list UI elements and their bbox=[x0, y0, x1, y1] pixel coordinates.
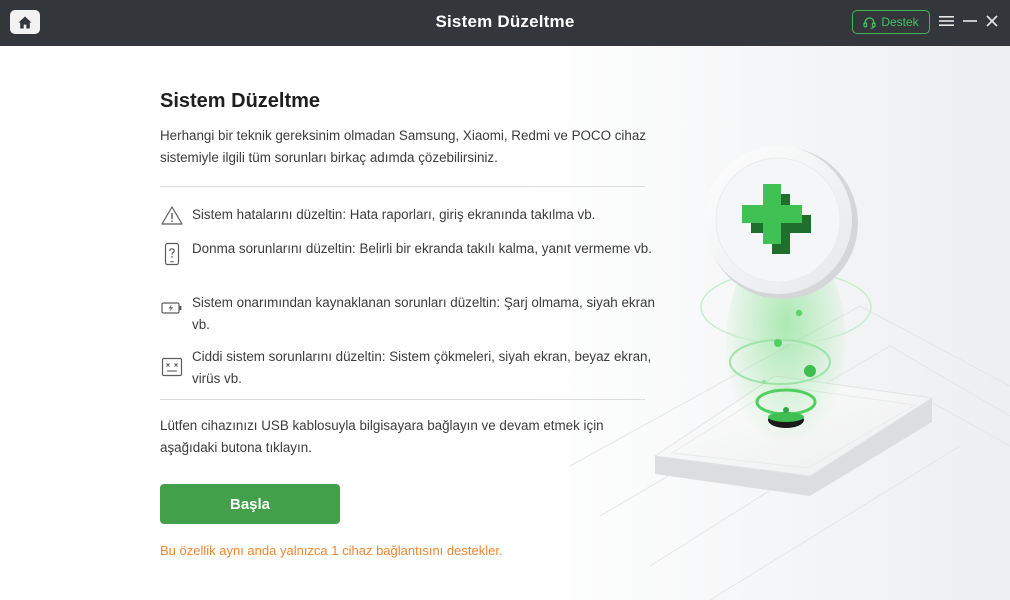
particle bbox=[762, 380, 766, 384]
repair-disc-icon bbox=[704, 146, 858, 299]
device-limit-note: Bu özellik aynı anda yalnızca 1 cihaz ba… bbox=[160, 543, 503, 558]
hamburger-menu-icon bbox=[938, 16, 954, 26]
support-button[interactable]: Destek bbox=[852, 10, 930, 34]
title-bar: Sistem Düzeltme Destek bbox=[0, 0, 1010, 46]
page-title: Sistem Düzeltme bbox=[160, 90, 321, 112]
charging-battery-icon bbox=[161, 302, 182, 314]
portal-glow bbox=[768, 412, 804, 422]
crashed-screen-icon bbox=[161, 357, 183, 377]
particle bbox=[795, 309, 803, 317]
frozen-phone-question-icon bbox=[164, 242, 180, 266]
support-label: Destek bbox=[881, 15, 919, 29]
menu-button[interactable] bbox=[937, 12, 955, 30]
headset-icon bbox=[863, 16, 876, 29]
minimize-button[interactable] bbox=[961, 12, 979, 30]
close-icon bbox=[986, 15, 998, 27]
particle bbox=[774, 339, 782, 347]
particle bbox=[804, 365, 816, 377]
particle bbox=[783, 407, 789, 413]
warning-icon bbox=[161, 206, 183, 225]
minimize-icon bbox=[963, 20, 977, 22]
close-button[interactable] bbox=[983, 12, 1001, 30]
start-button[interactable]: Başla bbox=[160, 484, 340, 524]
repair-illustration bbox=[569, 146, 1010, 600]
main-content: Sistem Düzeltme Herhangi bir teknik gere… bbox=[0, 46, 1010, 600]
